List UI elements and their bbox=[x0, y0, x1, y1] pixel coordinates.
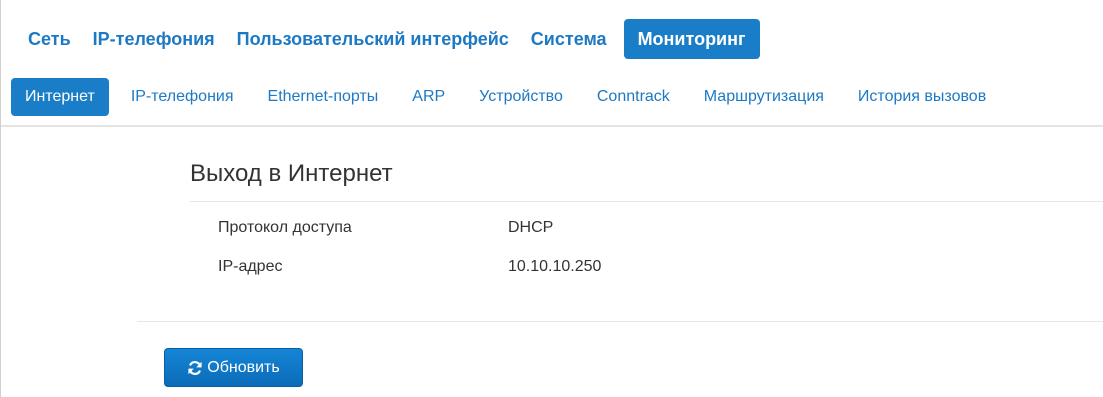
top-navigation: Сеть IP-телефония Пользовательский интер… bbox=[17, 19, 760, 59]
subtab-call-history[interactable]: История вызовов bbox=[848, 78, 996, 116]
title-divider bbox=[190, 201, 1103, 202]
refresh-icon bbox=[187, 360, 203, 376]
info-label: IP-адрес bbox=[218, 258, 283, 275]
subtab-conntrack[interactable]: Conntrack bbox=[587, 78, 680, 116]
tab-system[interactable]: Система bbox=[520, 19, 618, 59]
info-value: DHCP bbox=[508, 219, 554, 236]
sub-nav-divider bbox=[1, 125, 1103, 127]
subtab-ethernet-ports[interactable]: Ethernet-порты bbox=[258, 78, 389, 116]
info-value: 10.10.10.250 bbox=[508, 258, 602, 275]
sub-navigation: Интернет IP-телефония Ethernet-порты ARP… bbox=[11, 78, 1010, 116]
refresh-button-label: Обновить bbox=[207, 358, 280, 376]
section-divider bbox=[137, 321, 1103, 322]
info-label: Протокол доступа bbox=[218, 219, 352, 236]
subtab-ip-telephony[interactable]: IP-телефония bbox=[121, 78, 244, 116]
tab-monitoring[interactable]: Мониторинг bbox=[623, 19, 760, 59]
page-frame: Сеть IP-телефония Пользовательский интер… bbox=[0, 0, 1103, 397]
refresh-button[interactable]: Обновить bbox=[164, 348, 303, 387]
subtab-routing[interactable]: Маршрутизация bbox=[694, 78, 834, 116]
tab-network[interactable]: Сеть bbox=[17, 19, 82, 59]
subtab-internet[interactable]: Интернет bbox=[11, 78, 109, 116]
subtab-device[interactable]: Устройство bbox=[469, 78, 573, 116]
page-title: Выход в Интернет bbox=[190, 160, 393, 187]
tab-ip-telephony[interactable]: IP-телефония bbox=[82, 19, 226, 59]
tab-user-interface[interactable]: Пользовательский интерфейс bbox=[226, 19, 520, 59]
subtab-arp[interactable]: ARP bbox=[402, 78, 455, 116]
